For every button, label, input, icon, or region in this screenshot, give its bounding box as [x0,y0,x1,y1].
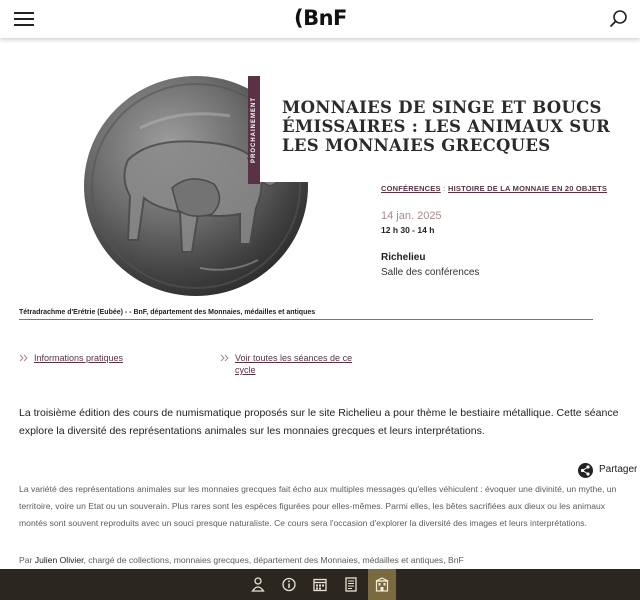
event-place: Richelieu [381,252,426,263]
calendar-icon[interactable] [306,569,334,600]
bottom-toolbar [0,569,640,600]
event-meta: Conférences : Histoire de la monnaie en … [381,184,621,278]
event-date: 14 jan. 2025 [381,210,442,222]
practical-info-link[interactable]: Informations pratiques [34,352,123,364]
top-header: (BnF [0,0,640,38]
event-room: Salle des conférences [381,267,480,278]
share-label: Partager [599,464,638,475]
visitor-icon[interactable] [244,569,272,600]
search-icon[interactable] [608,8,630,30]
image-caption: Tétradrachme d'Erétrie (Eubée) - - BnF, … [19,309,316,316]
hamburger-menu-icon[interactable] [14,12,34,26]
event-time: 12 h 30 - 14 h [381,225,435,235]
body-paragraph: La variété des représentations animales … [19,484,617,528]
category-separator: : [440,184,448,193]
document-icon[interactable] [337,569,365,600]
page-title: Monnaies de singe et boucs émissaires : … [282,98,611,155]
upcoming-badge: PROCHAINEMENT [248,76,260,184]
category-link-history[interactable]: Histoire de la monnaie en 20 objets [448,184,607,193]
double-chevron-icon [19,354,28,362]
all-sessions-link[interactable]: Voir toutes les séances de ce cycle [235,352,367,376]
bnf-logo[interactable]: (BnF [294,6,347,30]
lead-paragraph: La troisième édition des cours de numism… [19,407,619,437]
double-chevron-icon [220,354,229,362]
share-button[interactable]: Partager [578,462,638,480]
building-icon[interactable] [368,569,396,600]
title-panel: Monnaies de singe et boucs émissaires : … [260,94,612,182]
share-icon [578,463,593,478]
author-name[interactable]: Julien Olivier [35,555,84,565]
byline: Par Julien Olivier, chargé de collection… [19,555,624,565]
category-link-conferences[interactable]: Conférences [381,184,441,193]
byline-prefix: Par [19,555,35,565]
badge-label: PROCHAINEMENT [251,96,257,164]
byline-details: , chargé de collections, monnaies grecqu… [83,555,464,565]
category-line: Conférences : Histoire de la monnaie en … [381,184,621,193]
divider [19,319,593,320]
info-icon[interactable] [275,569,303,600]
